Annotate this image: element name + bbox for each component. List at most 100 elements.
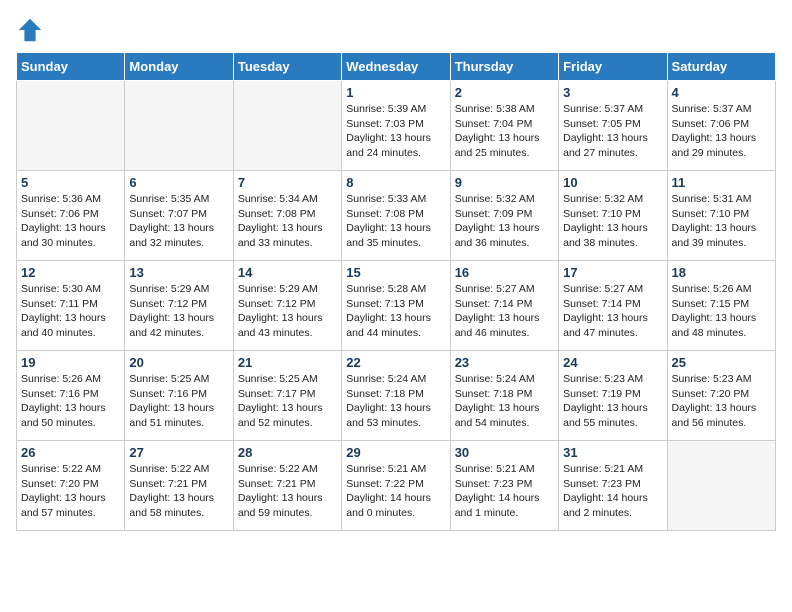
- calendar-cell: 6Sunrise: 5:35 AMSunset: 7:07 PMDaylight…: [125, 171, 233, 261]
- day-number: 18: [672, 265, 771, 280]
- day-info: Sunrise: 5:27 AMSunset: 7:14 PMDaylight:…: [455, 282, 554, 341]
- calendar-cell: 27 Sunrise: 5:22 AMSunset: 7:21 PMDayligh…: [125, 441, 233, 531]
- day-number: 24: [563, 355, 662, 370]
- day-number: 1: [346, 85, 445, 100]
- day-number: 25: [672, 355, 771, 370]
- calendar-cell: 19 Sunrise: 5:26 AMSunset: 7:16 PMDayligh…: [17, 351, 125, 441]
- day-number: 30: [455, 445, 554, 460]
- day-info: Sunrise: 5:25 AMSunset: 7:17 PMDaylight:…: [238, 372, 337, 431]
- day-number: 29: [346, 445, 445, 460]
- logo-icon: [16, 16, 44, 44]
- day-number: 14: [238, 265, 337, 280]
- calendar-cell: 23 Sunrise: 5:24 AMSunset: 7:18 PMDayligh…: [450, 351, 558, 441]
- calendar-cell: 25Sunrise: 5:23 AMSunset: 7:20 PMDayligh…: [667, 351, 775, 441]
- day-number: 15: [346, 265, 445, 280]
- day-number: 22: [346, 355, 445, 370]
- calendar-cell: 29Sunrise: 5:21 AMSunset: 7:22 PMDayligh…: [342, 441, 450, 531]
- calendar-cell: [233, 81, 341, 171]
- calendar-cell: 3 Sunrise: 5:37 AMSunset: 7:05 PMDaylight…: [559, 81, 667, 171]
- calendar-cell: 28 Sunrise: 5:22 AMSunset: 7:21 PMDayligh…: [233, 441, 341, 531]
- calendar-cell: 30 Sunrise: 5:21 AMSunset: 7:23 PMDayligh…: [450, 441, 558, 531]
- day-number: 16: [455, 265, 554, 280]
- day-number: 26: [21, 445, 120, 460]
- day-number: 9: [455, 175, 554, 190]
- day-number: 28: [238, 445, 337, 460]
- day-info: Sunrise: 5:22 AMSunset: 7:20 PMDaylight:…: [21, 462, 120, 521]
- day-info: Sunrise: 5:29 AMSunset: 7:12 PMDaylight:…: [129, 282, 228, 341]
- day-info: Sunrise: 5:24 AMSunset: 7:18 PMDaylight:…: [346, 372, 445, 431]
- calendar-cell: 18 Sunrise: 5:26 AMSunset: 7:15 PMDayligh…: [667, 261, 775, 351]
- day-number: 12: [21, 265, 120, 280]
- day-number: 19: [21, 355, 120, 370]
- week-row-3: 12 Sunrise: 5:30 AMSunset: 7:11 PMDayligh…: [17, 261, 776, 351]
- calendar-cell: 4 Sunrise: 5:37 AMSunset: 7:06 PMDaylight…: [667, 81, 775, 171]
- calendar-cell: 20 Sunrise: 5:25 AMSunset: 7:16 PMDayligh…: [125, 351, 233, 441]
- day-info: Sunrise: 5:33 AMSunset: 7:08 PMDaylight:…: [346, 192, 445, 251]
- day-info: Sunrise: 5:26 AMSunset: 7:16 PMDaylight:…: [21, 372, 120, 431]
- day-number: 3: [563, 85, 662, 100]
- week-row-5: 26 Sunrise: 5:22 AMSunset: 7:20 PMDayligh…: [17, 441, 776, 531]
- day-number: 2: [455, 85, 554, 100]
- calendar-cell: 10Sunrise: 5:32 AMSunset: 7:10 PMDayligh…: [559, 171, 667, 261]
- day-info: Sunrise: 5:39 AMSunset: 7:03 PMDaylight:…: [346, 102, 445, 161]
- header-sunday: Sunday: [17, 53, 125, 81]
- day-info: Sunrise: 5:32 AMSunset: 7:10 PMDaylight:…: [563, 192, 662, 251]
- calendar: SundayMondayTuesdayWednesdayThursdayFrid…: [16, 52, 776, 531]
- calendar-cell: 17 Sunrise: 5:27 AMSunset: 7:14 PMDayligh…: [559, 261, 667, 351]
- calendar-cell: [17, 81, 125, 171]
- day-info: Sunrise: 5:22 AMSunset: 7:21 PMDaylight:…: [238, 462, 337, 521]
- calendar-cell: [667, 441, 775, 531]
- day-info: Sunrise: 5:30 AMSunset: 7:11 PMDaylight:…: [21, 282, 120, 341]
- day-info: Sunrise: 5:28 AMSunset: 7:13 PMDaylight:…: [346, 282, 445, 341]
- day-number: 17: [563, 265, 662, 280]
- calendar-cell: 24Sunrise: 5:23 AMSunset: 7:19 PMDayligh…: [559, 351, 667, 441]
- calendar-cell: 31Sunrise: 5:21 AMSunset: 7:23 PMDayligh…: [559, 441, 667, 531]
- calendar-cell: 7Sunrise: 5:34 AMSunset: 7:08 PMDaylight…: [233, 171, 341, 261]
- calendar-cell: 15 Sunrise: 5:28 AMSunset: 7:13 PMDayligh…: [342, 261, 450, 351]
- day-info: Sunrise: 5:26 AMSunset: 7:15 PMDaylight:…: [672, 282, 771, 341]
- calendar-header-row: SundayMondayTuesdayWednesdayThursdayFrid…: [17, 53, 776, 81]
- calendar-cell: 22 Sunrise: 5:24 AMSunset: 7:18 PMDayligh…: [342, 351, 450, 441]
- day-number: 11: [672, 175, 771, 190]
- calendar-cell: [125, 81, 233, 171]
- day-info: Sunrise: 5:37 AMSunset: 7:06 PMDaylight:…: [672, 102, 771, 161]
- header-saturday: Saturday: [667, 53, 775, 81]
- header-friday: Friday: [559, 53, 667, 81]
- week-row-4: 19 Sunrise: 5:26 AMSunset: 7:16 PMDayligh…: [17, 351, 776, 441]
- day-number: 27: [129, 445, 228, 460]
- calendar-cell: 5 Sunrise: 5:36 AMSunset: 7:06 PMDaylight…: [17, 171, 125, 261]
- day-info: Sunrise: 5:38 AMSunset: 7:04 PMDaylight:…: [455, 102, 554, 161]
- day-number: 4: [672, 85, 771, 100]
- header-monday: Monday: [125, 53, 233, 81]
- day-info: Sunrise: 5:25 AMSunset: 7:16 PMDaylight:…: [129, 372, 228, 431]
- day-number: 8: [346, 175, 445, 190]
- day-info: Sunrise: 5:31 AMSunset: 7:10 PMDaylight:…: [672, 192, 771, 251]
- day-info: Sunrise: 5:35 AMSunset: 7:07 PMDaylight:…: [129, 192, 228, 251]
- calendar-cell: 26 Sunrise: 5:22 AMSunset: 7:20 PMDayligh…: [17, 441, 125, 531]
- day-info: Sunrise: 5:21 AMSunset: 7:23 PMDaylight:…: [455, 462, 554, 521]
- calendar-cell: 14Sunrise: 5:29 AMSunset: 7:12 PMDayligh…: [233, 261, 341, 351]
- day-number: 21: [238, 355, 337, 370]
- day-info: Sunrise: 5:24 AMSunset: 7:18 PMDaylight:…: [455, 372, 554, 431]
- day-info: Sunrise: 5:34 AMSunset: 7:08 PMDaylight:…: [238, 192, 337, 251]
- day-number: 20: [129, 355, 228, 370]
- day-info: Sunrise: 5:22 AMSunset: 7:21 PMDaylight:…: [129, 462, 228, 521]
- day-info: Sunrise: 5:37 AMSunset: 7:05 PMDaylight:…: [563, 102, 662, 161]
- day-info: Sunrise: 5:32 AMSunset: 7:09 PMDaylight:…: [455, 192, 554, 251]
- header-tuesday: Tuesday: [233, 53, 341, 81]
- header: [16, 16, 776, 44]
- header-thursday: Thursday: [450, 53, 558, 81]
- week-row-1: 1 Sunrise: 5:39 AMSunset: 7:03 PMDaylight…: [17, 81, 776, 171]
- calendar-cell: 21 Sunrise: 5:25 AMSunset: 7:17 PMDayligh…: [233, 351, 341, 441]
- day-number: 5: [21, 175, 120, 190]
- calendar-cell: 2 Sunrise: 5:38 AMSunset: 7:04 PMDaylight…: [450, 81, 558, 171]
- day-info: Sunrise: 5:27 AMSunset: 7:14 PMDaylight:…: [563, 282, 662, 341]
- calendar-cell: 16 Sunrise: 5:27 AMSunset: 7:14 PMDayligh…: [450, 261, 558, 351]
- calendar-cell: 12 Sunrise: 5:30 AMSunset: 7:11 PMDayligh…: [17, 261, 125, 351]
- day-number: 23: [455, 355, 554, 370]
- logo: [16, 16, 48, 44]
- week-row-2: 5 Sunrise: 5:36 AMSunset: 7:06 PMDaylight…: [17, 171, 776, 261]
- calendar-cell: 11 Sunrise: 5:31 AMSunset: 7:10 PMDayligh…: [667, 171, 775, 261]
- day-number: 13: [129, 265, 228, 280]
- day-info: Sunrise: 5:36 AMSunset: 7:06 PMDaylight:…: [21, 192, 120, 251]
